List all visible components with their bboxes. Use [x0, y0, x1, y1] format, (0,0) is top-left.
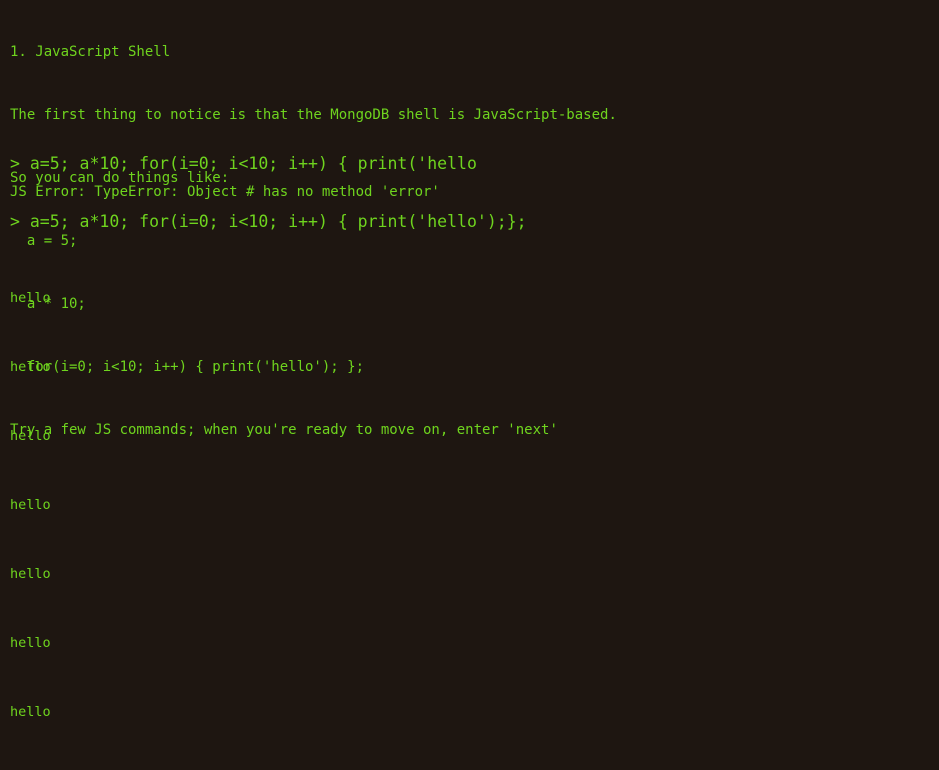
code-example: for(i=0; i<10; i++) { print('hello'); };	[10, 359, 365, 375]
error-message: JS Error: TypeError: Object # has no met…	[10, 184, 440, 200]
output-line: hello	[10, 704, 51, 720]
tutorial-title: 1. JavaScript Shell	[10, 44, 171, 60]
code-example: a * 10;	[10, 296, 86, 312]
command-line: > a=5; a*10; for(i=0; i<10; i++) { print…	[10, 212, 527, 231]
intro-line: The first thing to notice is that the Mo…	[10, 107, 617, 123]
output-line: hello	[10, 428, 51, 444]
tutorial-intro: 1. JavaScript Shell The first thing to n…	[10, 0, 929, 483]
output-line: hello	[10, 497, 51, 513]
output-line: hello	[10, 566, 51, 582]
command-output: hello hello hello hello hello hello hell…	[10, 241, 51, 770]
command-line: > a=5; a*10; for(i=0; i<10; i++) { print…	[10, 154, 477, 173]
output-line: hello	[10, 290, 51, 306]
intro-line: Try a few JS commands; when you're ready…	[10, 422, 558, 438]
code-example: a = 5;	[10, 233, 78, 249]
shell-console[interactable]: 1. JavaScript Shell The first thing to n…	[0, 0, 939, 720]
output-line: hello	[10, 359, 51, 375]
output-line: hello	[10, 635, 51, 651]
